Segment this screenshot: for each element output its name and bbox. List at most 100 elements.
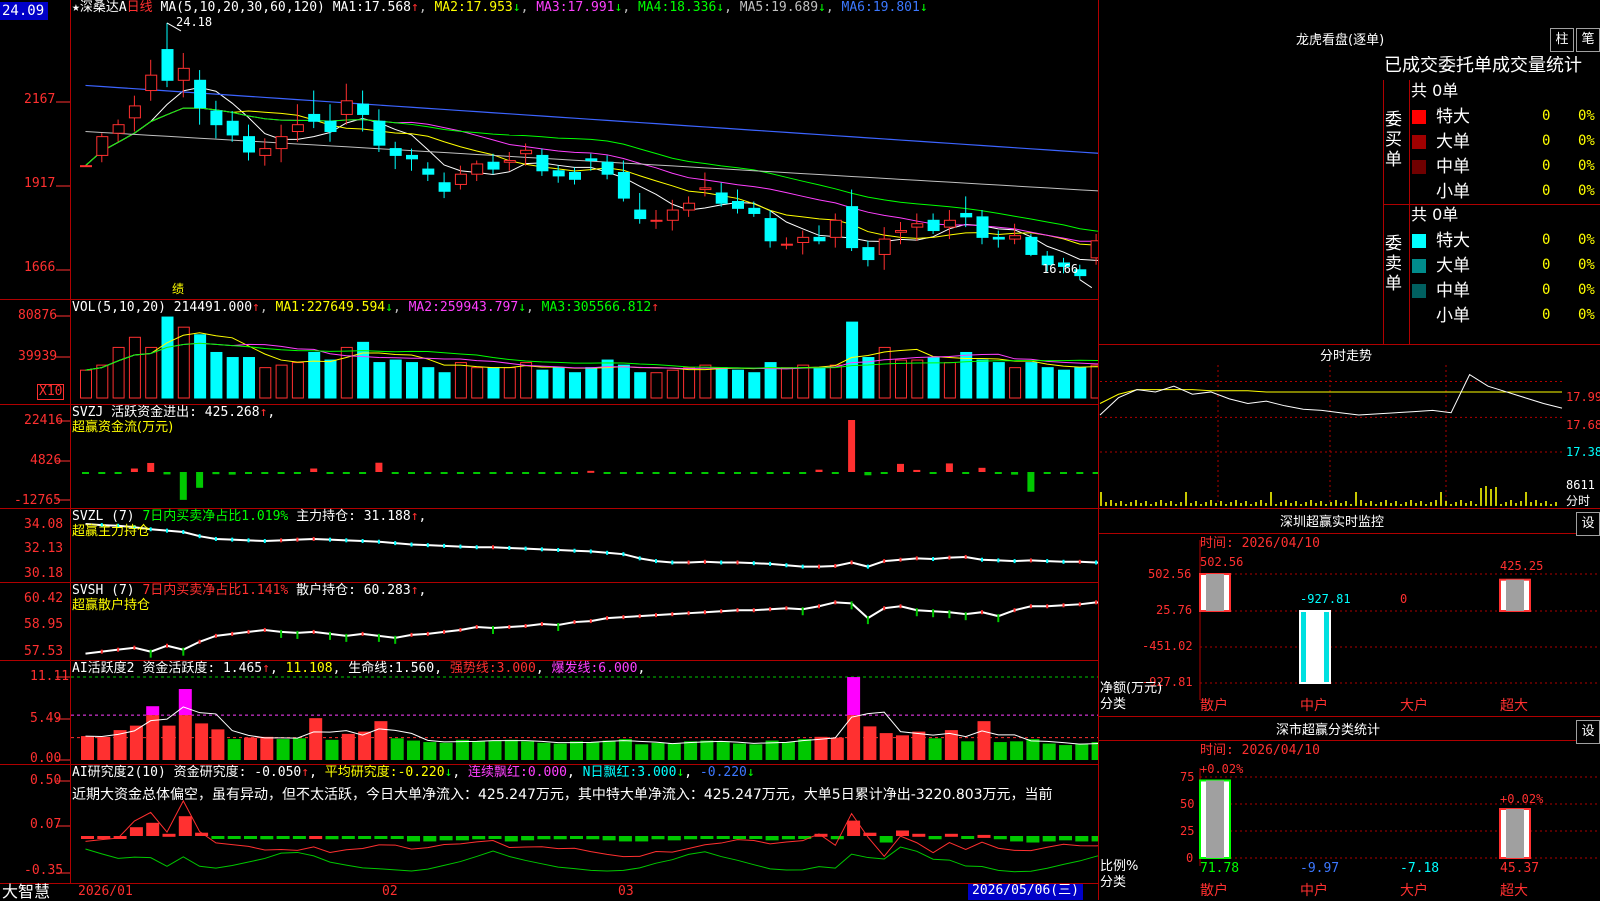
intraday-vol-bar [1205, 502, 1207, 506]
intraday-vol-bar [1155, 502, 1157, 506]
szc-bar-inner [1206, 780, 1224, 858]
intraday-vol-bar [1485, 486, 1487, 506]
intraday-vol-bar [1495, 487, 1497, 506]
szc-value-label: -7.18 [1400, 861, 1439, 876]
intraday-vol-bar [1160, 500, 1162, 506]
intraday-vol-bar [1310, 500, 1312, 506]
intraday-vol-bar [1240, 503, 1242, 506]
intraday-vol-bar [1480, 488, 1482, 506]
sz-cat-label: 中户 [1300, 697, 1328, 714]
intraday-vol-bar [1260, 500, 1262, 506]
sz-cat-label: 超大 [1500, 698, 1528, 714]
sz-cat-label: 大户 [1400, 697, 1428, 714]
intraday-vol-bar [1185, 492, 1187, 506]
intraday-vol-bar [1490, 489, 1492, 506]
intraday-vol-bar [1195, 501, 1197, 506]
intraday-price-line [1099, 373, 1563, 416]
intraday-vol-bar [1520, 501, 1522, 506]
intraday-vol-bar [1500, 504, 1502, 506]
right-charts: 502.56-927.81 0425.25散户 中户 大户 超大+0.02%+0.02%… [1099, 365, 1600, 899]
szc-top-label: +0.02% [1200, 762, 1244, 776]
intraday-vol-bar [1320, 501, 1322, 506]
sz-bar-label: 502.56 [1200, 555, 1243, 569]
intraday-vol-bar [1225, 504, 1227, 506]
intraday-vol-bar [1135, 500, 1137, 506]
intraday-vol-bar [1430, 502, 1432, 506]
intraday-vol-bar [1245, 501, 1247, 506]
intraday-vol-bar [1300, 504, 1302, 506]
intraday-vol-bar [1360, 500, 1362, 506]
intraday-vol-bar [1140, 503, 1142, 506]
sz-bar-label: 0 [1400, 592, 1407, 606]
intraday-vol-bar [1505, 502, 1507, 506]
szc-cat-label: 大户 [1400, 882, 1428, 899]
intraday-vol-bar [1400, 504, 1402, 506]
intraday-vol-bar [1175, 504, 1177, 506]
sz-net-bar-inner [1506, 579, 1524, 611]
intraday-vol-bar [1385, 500, 1387, 506]
intraday-vol-bar [1170, 501, 1172, 506]
intraday-vol-bar [1115, 503, 1117, 506]
intraday-vol-bar [1510, 500, 1512, 506]
intraday-vol-bar [1280, 502, 1282, 506]
intraday-vol-bar [1515, 503, 1517, 506]
intraday-vol-bar [1470, 501, 1472, 506]
szc-value-label: 45.37 [1500, 861, 1539, 876]
intraday-vol-bar [1555, 502, 1557, 506]
intraday-vol-bar [1275, 504, 1277, 506]
intraday-vol-bar [1105, 502, 1107, 506]
sz-bar-label: -927.81 [1300, 592, 1351, 606]
szc-cat-label: 超大 [1500, 883, 1528, 899]
intraday-vol-bar [1330, 502, 1332, 506]
intraday-vol-bar [1335, 500, 1337, 506]
szc-cat-label: 中户 [1300, 882, 1328, 899]
intraday-vol-bar [1120, 501, 1122, 506]
intraday-vol-bar [1295, 501, 1297, 506]
intraday-avg-line [1099, 389, 1562, 404]
intraday-vol-bar [1405, 502, 1407, 506]
intraday-vol-bar [1145, 501, 1147, 506]
szc-value-label: 71.78 [1200, 861, 1239, 876]
intraday-vol-bar [1390, 503, 1392, 506]
intraday-vol-bar [1545, 501, 1547, 506]
intraday-vol-bar [1270, 492, 1272, 506]
intraday-vol-bar [1235, 500, 1237, 506]
intraday-vol-bar [1255, 502, 1257, 506]
szc-top-label: +0.02% [1500, 792, 1544, 806]
intraday-vol-bar [1210, 500, 1212, 506]
intraday-vol-bar [1340, 503, 1342, 506]
intraday-vol-bar [1350, 504, 1352, 506]
intraday-vol-bar [1220, 501, 1222, 506]
szc-cat-label: 散户 [1200, 882, 1228, 899]
sz-bar-label: 425.25 [1500, 559, 1543, 573]
intraday-vol-bar [1425, 504, 1427, 506]
intraday-vol-bar [1365, 503, 1367, 506]
intraday-vol-bar [1180, 502, 1182, 506]
intraday-vol-bar [1380, 502, 1382, 506]
intraday-vol-bar [1355, 492, 1357, 506]
intraday-vol-bar [1535, 500, 1537, 506]
intraday-vol-bar [1465, 503, 1467, 506]
intraday-vol-bar [1540, 503, 1542, 506]
szc-bar-inner [1506, 809, 1524, 858]
intraday-vol-bar [1165, 503, 1167, 506]
intraday-vol-bar [1475, 504, 1477, 506]
intraday-vol-bar [1410, 500, 1412, 506]
intraday-vol-bar [1250, 504, 1252, 506]
intraday-vol-bar [1125, 504, 1127, 506]
intraday-vol-bar [1285, 500, 1287, 506]
intraday-vol-bar [1190, 503, 1192, 506]
intraday-vol-bar [1315, 503, 1317, 506]
intraday-vol-bar [1200, 504, 1202, 506]
szc-value-label: -9.97 [1300, 861, 1339, 876]
intraday-vol-bar [1525, 492, 1527, 506]
intraday-vol-bar [1395, 501, 1397, 506]
intraday-vol-bar [1130, 502, 1132, 506]
intraday-vol-bar [1375, 504, 1377, 506]
intraday-vol-bar [1435, 500, 1437, 506]
intraday-vol-bar [1445, 501, 1447, 506]
intraday-vol-bar [1290, 503, 1292, 506]
sz-cat-label: 散户 [1200, 697, 1228, 714]
intraday-vol-bar [1530, 502, 1532, 506]
sz-net-bar-inner [1306, 611, 1324, 683]
